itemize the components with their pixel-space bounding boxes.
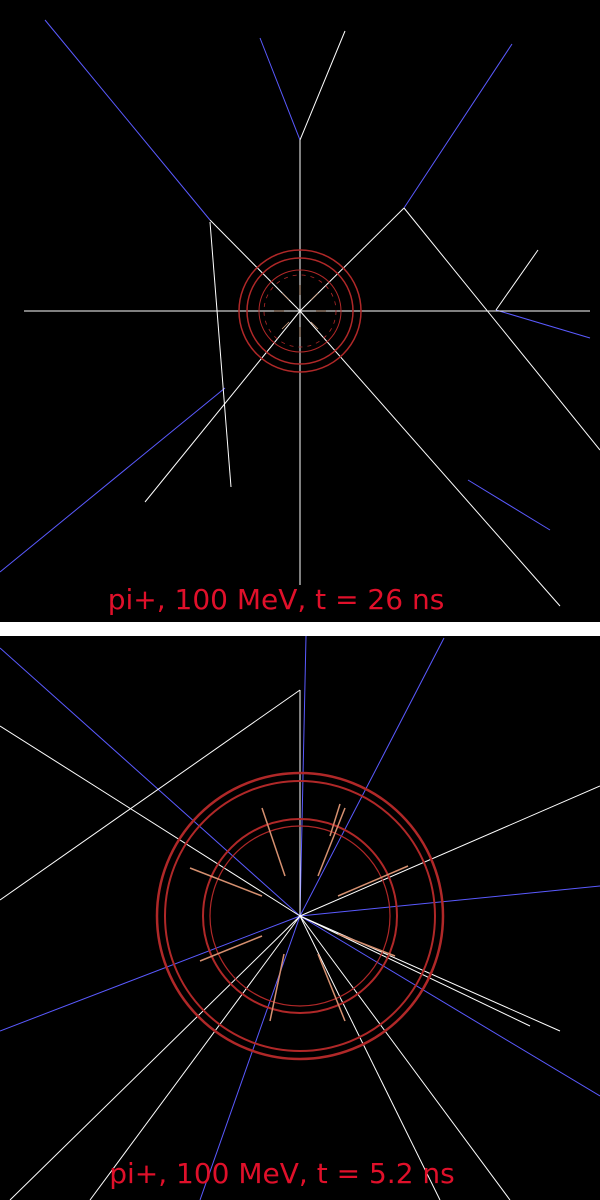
neutral-track xyxy=(299,915,531,1027)
detector-spokes xyxy=(189,803,409,1022)
neutral-track xyxy=(403,207,600,451)
neutral-track xyxy=(0,725,301,917)
charged-track xyxy=(0,387,226,573)
charged-track xyxy=(259,37,301,141)
charged-track xyxy=(299,885,600,917)
detector-spoke xyxy=(310,292,319,301)
charged-track xyxy=(495,309,591,339)
event-caption: pi+, 100 MeV, t = 26 ns xyxy=(107,583,445,616)
neutral-track xyxy=(299,310,561,607)
event-display-bottom: pi+, 100 MeV, t = 5.2 ns xyxy=(0,636,600,1200)
charged-track xyxy=(0,915,301,1032)
track-view-bottom xyxy=(0,636,600,1200)
neutral-track xyxy=(299,785,600,917)
detector-spoke xyxy=(337,865,409,897)
event-display-top: pi+, 100 MeV, t = 26 ns xyxy=(0,0,600,622)
neutral-track xyxy=(299,30,346,141)
charged-track xyxy=(299,915,600,1097)
charged-track xyxy=(44,19,211,221)
charged-track xyxy=(299,636,307,917)
neutral-track xyxy=(144,310,301,503)
track-view-top xyxy=(0,19,600,607)
detector-spoke xyxy=(261,807,286,877)
charged-track xyxy=(403,43,513,209)
charged-track xyxy=(0,647,301,917)
event-caption: pi+, 100 MeV, t = 5.2 ns xyxy=(109,1157,455,1190)
neutral-track xyxy=(209,221,232,488)
detector-spoke xyxy=(281,292,290,301)
detector-spoke xyxy=(337,933,396,957)
charged-track xyxy=(467,479,551,531)
neutral-track xyxy=(495,249,539,311)
detector-spoke xyxy=(317,807,346,877)
charged-track xyxy=(299,637,445,917)
neutral-track xyxy=(0,689,301,901)
